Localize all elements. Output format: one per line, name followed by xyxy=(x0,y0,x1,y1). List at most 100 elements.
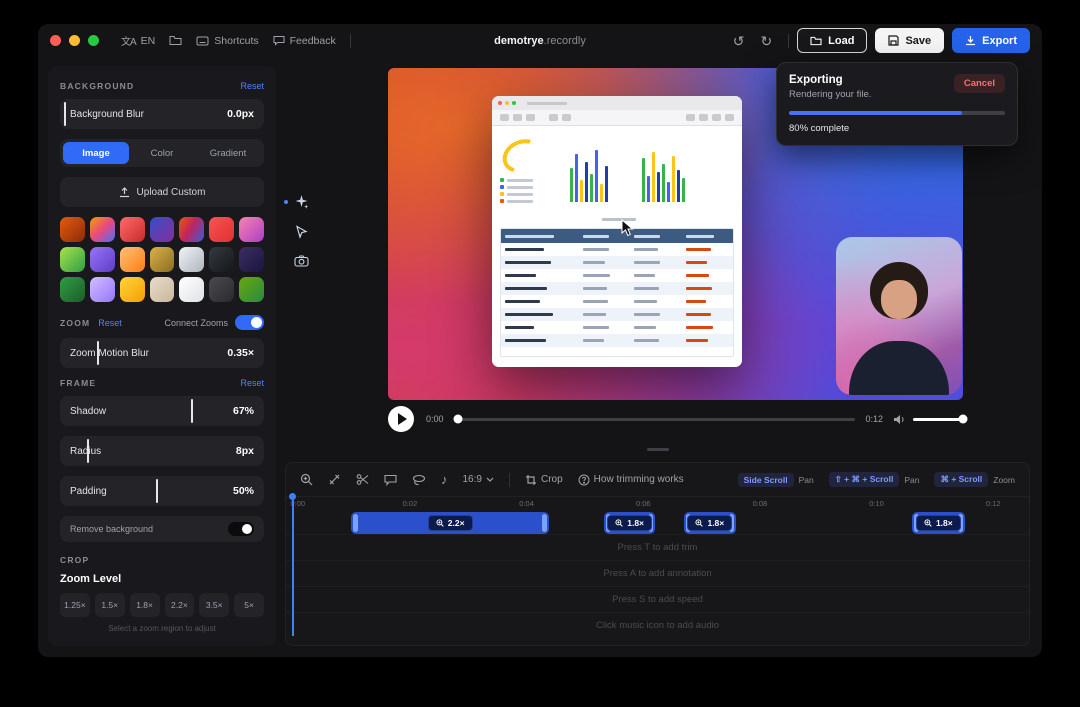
zoom-level-option[interactable]: 2.2× xyxy=(165,593,195,617)
zoom-level-option[interactable]: 3.5× xyxy=(199,593,229,617)
zoom-region[interactable]: 1.8× xyxy=(604,512,655,534)
radius-slider[interactable]: Radius 8px xyxy=(60,436,264,466)
projects-button[interactable] xyxy=(169,35,182,46)
slider-handle[interactable] xyxy=(97,341,99,365)
zoom-reset-link[interactable]: Reset xyxy=(98,318,122,328)
background-thumbnail[interactable] xyxy=(120,217,145,242)
lasso-tool[interactable] xyxy=(412,474,426,486)
close-window-button[interactable] xyxy=(50,35,61,46)
music-tool[interactable]: ♪ xyxy=(441,472,448,487)
speaker-icon[interactable] xyxy=(893,414,906,425)
volume-handle[interactable] xyxy=(959,415,968,424)
undo-button[interactable]: ↺ xyxy=(729,32,749,50)
webcam-overlay[interactable] xyxy=(836,237,962,395)
help-circle-icon xyxy=(578,474,590,486)
export-button[interactable]: Export xyxy=(952,28,1030,53)
background-thumbnail[interactable] xyxy=(150,217,175,242)
slider-handle[interactable] xyxy=(156,479,158,503)
background-thumbnail[interactable] xyxy=(179,217,204,242)
shortcuts-button[interactable]: Shortcuts xyxy=(196,35,258,47)
background-thumbnail[interactable] xyxy=(90,247,115,272)
zoom-level-option[interactable]: 1.5× xyxy=(95,593,125,617)
load-button[interactable]: Load xyxy=(797,28,867,53)
zoom-window-button[interactable] xyxy=(88,35,99,46)
cursor-tool[interactable] xyxy=(295,225,308,239)
camera-tool[interactable] xyxy=(294,255,309,267)
zoom-region[interactable]: 1.8× xyxy=(912,512,965,534)
timeline-zoom-tool[interactable] xyxy=(300,473,313,486)
audio-track[interactable]: Click music icon to add audio xyxy=(286,612,1029,638)
save-button[interactable]: Save xyxy=(875,28,944,53)
aspect-ratio-selector[interactable]: 16:9 xyxy=(463,474,494,485)
tab-image[interactable]: Image xyxy=(63,142,129,164)
zoom-region[interactable]: 2.2× xyxy=(351,512,549,534)
background-thumbnail[interactable] xyxy=(120,277,145,302)
remove-background-row: Remove background xyxy=(60,516,264,542)
timeline-ruler[interactable]: 0:00 0:02 0:04 0:06 0:08 0:10 0:12 xyxy=(286,496,1029,509)
playback-speed-heading: Playback Speed xyxy=(60,645,264,646)
folder-icon xyxy=(810,36,822,46)
trim-track[interactable]: Press T to add trim xyxy=(286,534,1029,560)
language-selector[interactable]: 文A EN xyxy=(121,33,155,48)
upload-custom-button[interactable]: Upload Custom xyxy=(60,177,264,207)
seek-handle[interactable] xyxy=(453,415,462,424)
cancel-export-button[interactable]: Cancel xyxy=(954,74,1005,93)
background-thumbnail[interactable] xyxy=(90,217,115,242)
background-thumbnail[interactable] xyxy=(60,277,85,302)
background-thumbnail[interactable] xyxy=(120,247,145,272)
slider-handle[interactable] xyxy=(191,399,193,423)
play-icon xyxy=(398,413,407,425)
volume-slider[interactable] xyxy=(913,418,963,421)
background-thumbnail[interactable] xyxy=(209,217,234,242)
tab-gradient[interactable]: Gradient xyxy=(195,142,261,164)
slider-handle[interactable] xyxy=(87,439,89,463)
background-thumbnail[interactable] xyxy=(179,247,204,272)
background-thumbnail[interactable] xyxy=(209,277,234,302)
ruler-label: 0:12 xyxy=(986,499,1001,508)
trim-tool[interactable] xyxy=(328,473,341,486)
zoom-level-option[interactable]: 1.25× xyxy=(60,593,90,617)
connect-zooms-toggle[interactable] xyxy=(235,315,264,330)
annotation-tool[interactable] xyxy=(384,474,397,486)
background-thumbnail[interactable] xyxy=(60,217,85,242)
camera-icon xyxy=(294,255,309,267)
background-thumbnail[interactable] xyxy=(209,247,234,272)
padding-slider[interactable]: Padding 50% xyxy=(60,476,264,506)
zoom-level-option[interactable]: 5× xyxy=(234,593,264,617)
zoom-level-option[interactable]: 1.8× xyxy=(130,593,160,617)
frame-reset-link[interactable]: Reset xyxy=(240,378,264,388)
speed-track[interactable]: Press S to add speed xyxy=(286,586,1029,612)
background-thumbnail[interactable] xyxy=(60,247,85,272)
background-thumbnail[interactable] xyxy=(239,217,264,242)
trimming-help-link[interactable]: How trimming works xyxy=(578,474,684,486)
slider-handle[interactable] xyxy=(64,102,66,126)
zoom-region[interactable]: 1.8× xyxy=(684,512,735,534)
minimize-window-button[interactable] xyxy=(69,35,80,46)
cut-tool[interactable] xyxy=(356,473,369,486)
zoom-motion-blur-slider[interactable]: Zoom Motion Blur 0.35× xyxy=(60,338,264,368)
background-thumbnail[interactable] xyxy=(150,247,175,272)
shadow-slider[interactable]: Shadow 67% xyxy=(60,396,264,426)
panel-resize-handle[interactable] xyxy=(647,448,669,451)
remove-background-toggle[interactable] xyxy=(228,522,254,536)
playhead-handle[interactable] xyxy=(289,493,296,500)
magnifier-plus-icon xyxy=(615,519,623,527)
background-blur-slider[interactable]: Background Blur 0.0px xyxy=(60,99,264,129)
download-icon xyxy=(965,35,976,46)
play-button[interactable] xyxy=(388,406,414,432)
zoom-track[interactable]: 2.2× 1.8× 1.8× 1.8× xyxy=(286,512,1029,534)
background-thumbnail[interactable] xyxy=(179,277,204,302)
tab-color[interactable]: Color xyxy=(129,142,195,164)
background-thumbnail[interactable] xyxy=(239,277,264,302)
feedback-button[interactable]: Feedback xyxy=(273,35,336,47)
background-reset-link[interactable]: Reset xyxy=(240,81,264,91)
background-thumbnail[interactable] xyxy=(90,277,115,302)
crop-button[interactable]: Crop xyxy=(525,474,563,486)
background-thumbnail[interactable] xyxy=(150,277,175,302)
ruler-label: 0:06 xyxy=(636,499,651,508)
annotation-track[interactable]: Press A to add annotation xyxy=(286,560,1029,586)
background-thumbnail[interactable] xyxy=(239,247,264,272)
redo-button[interactable]: ↻ xyxy=(756,32,776,50)
seek-bar[interactable] xyxy=(454,418,856,421)
effects-tool[interactable] xyxy=(294,194,309,209)
